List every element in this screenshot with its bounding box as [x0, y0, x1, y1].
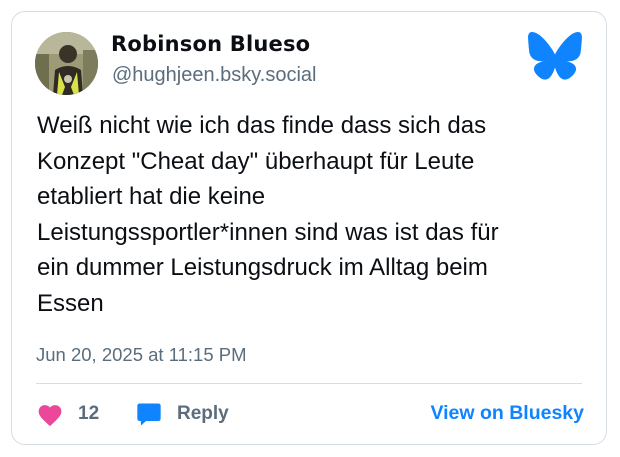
- speech-bubble-icon: [135, 400, 163, 428]
- divider: [36, 383, 582, 384]
- post-timestamp[interactable]: Jun 20, 2025 at 11:15 PM: [36, 344, 247, 366]
- reply-label: Reply: [177, 403, 229, 424]
- avatar-image: [35, 32, 98, 95]
- reply-button[interactable]: Reply: [135, 397, 229, 431]
- post-text: Weiß nicht wie ich das finde dass sich d…: [37, 112, 499, 317]
- bluesky-butterfly-icon[interactable]: [528, 32, 582, 80]
- like-button[interactable]: 12: [36, 397, 99, 431]
- avatar[interactable]: [35, 32, 98, 95]
- like-count: 12: [78, 403, 100, 424]
- author-handle[interactable]: @hughjeen.bsky.social: [112, 64, 317, 87]
- heart-icon: [36, 402, 64, 427]
- post-actions: 12 Reply View on Bluesky: [36, 397, 584, 431]
- view-on-bluesky-link[interactable]: View on Bluesky: [430, 402, 584, 425]
- author-display-name[interactable]: Robinson Blueso: [111, 32, 310, 56]
- post-embed-card: Robinson Blueso @hughjeen.bsky.social We…: [11, 11, 607, 445]
